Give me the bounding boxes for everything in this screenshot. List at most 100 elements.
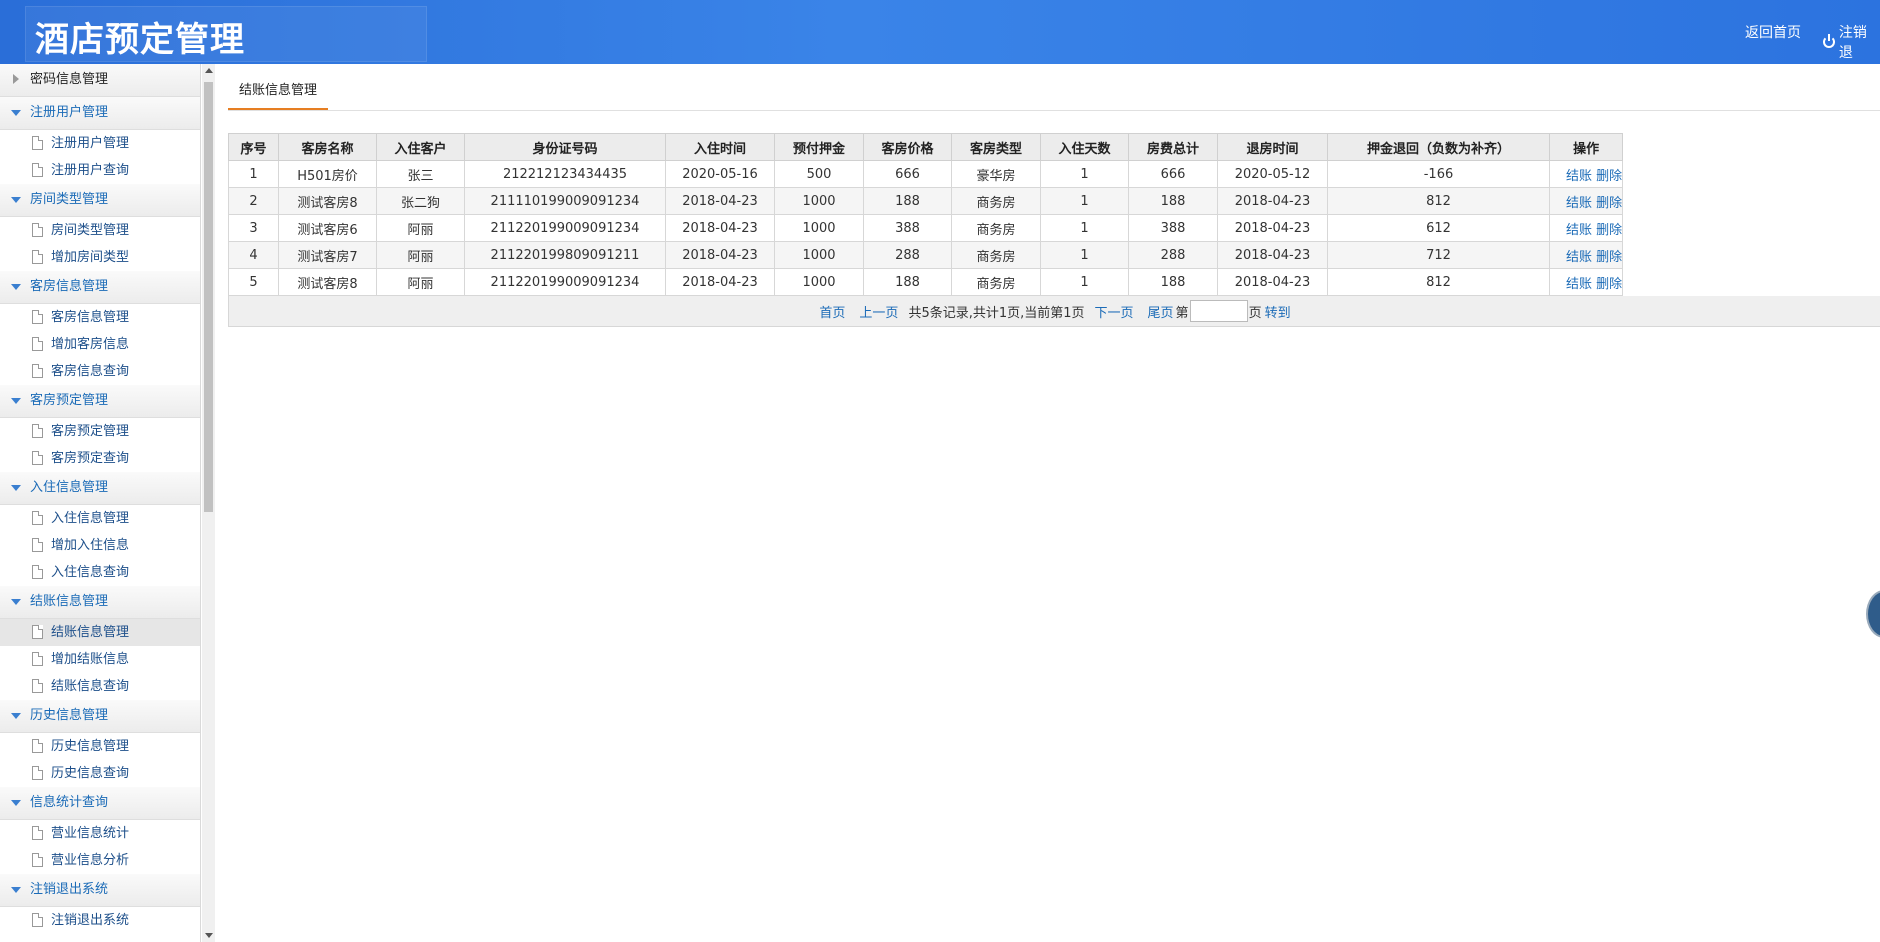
home-link[interactable]: 返回首页 (1745, 22, 1801, 42)
prev-page-link[interactable]: 上一页 (859, 302, 898, 321)
checkout-link[interactable]: 结账 (1566, 277, 1592, 292)
sidebar-group-4[interactable]: 客房预定管理 (0, 385, 200, 418)
table-cell: 666 (863, 160, 952, 188)
document-icon (32, 913, 43, 927)
table-cell: 500 (774, 160, 864, 188)
sidebar-group-5[interactable]: 入住信息管理 (0, 472, 200, 505)
table-header-row: 序号 客房名称 入住客户 身份证号码 入住时间 预付押金 客房价格 客房类型 入住天数 房费总计退… (228, 133, 1624, 161)
document-icon (32, 766, 43, 780)
sidebar-item[interactable]: 历史信息查询 (0, 760, 200, 787)
caret-down-icon (11, 485, 21, 491)
caret-right-icon (13, 74, 19, 84)
sidebar-group-1[interactable]: 注册用户管理 (0, 97, 200, 130)
sidebar-item[interactable]: 增加入住信息 (0, 532, 200, 559)
sidebar-group-6[interactable]: 结账信息管理 (0, 586, 200, 619)
column-header: 序号 (228, 133, 279, 161)
sidebar-item[interactable]: 入住信息管理 (0, 505, 200, 532)
goto-page-link[interactable]: 转到 (1265, 302, 1291, 321)
table-body: 1 H501房价 张三 212212123434435 2020-05-16 500 666… (228, 160, 1624, 296)
sidebar-item[interactable]: 注册用户管理 (0, 130, 200, 157)
delete-link[interactable]: 删除 (1596, 169, 1622, 184)
table-row: 3 测试客房6 阿丽 211220199009091234 2018-04-23 1000… (228, 214, 1624, 242)
last-page-link[interactable]: 尾页 (1148, 302, 1174, 321)
next-page-link[interactable]: 下一页 (1095, 302, 1134, 321)
sidebar-item[interactable]: 客房信息管理 (0, 304, 200, 331)
caret-down-icon (11, 800, 21, 806)
operations-cell: 结账 删除 (1548, 160, 1624, 188)
column-header: 退房时间 (1217, 133, 1328, 161)
table-cell: 2018-04-23 (665, 241, 775, 269)
table-cell: 388 (1128, 214, 1218, 242)
scroll-up-arrow-icon[interactable] (205, 68, 213, 73)
sidebar-group-3[interactable]: 客房信息管理 (0, 271, 200, 304)
sidebar-group-label: 信息统计查询 (30, 795, 109, 810)
table-cell: 1000 (774, 187, 864, 215)
sidebar-item[interactable]: 增加结账信息 (0, 646, 200, 673)
document-icon (32, 538, 43, 552)
sidebar-group-0[interactable]: 密码信息管理 (0, 64, 200, 97)
operations-cell: 结账 删除 (1548, 268, 1624, 296)
sidebar-group-7[interactable]: 历史信息管理 (0, 700, 200, 733)
delete-link[interactable]: 删除 (1596, 196, 1622, 211)
caret-down-icon (11, 284, 21, 290)
operations-cell: 结账 删除 (1548, 241, 1624, 269)
sidebar-item-label: 注销退出系统 (51, 913, 130, 928)
sidebar-item-label: 增加结账信息 (51, 652, 130, 667)
checkout-link[interactable]: 结账 (1566, 196, 1592, 211)
sidebar-group-8[interactable]: 信息统计查询 (0, 787, 200, 820)
table-cell: 测试客房8 (278, 187, 377, 215)
table-cell: 2018-04-23 (665, 268, 775, 296)
sidebar-item[interactable]: 房间类型管理 (0, 217, 200, 244)
sidebar-item[interactable]: 增加房间类型 (0, 244, 200, 271)
page-number-input[interactable] (1189, 300, 1248, 322)
sidebar-item[interactable]: 结账信息查询 (0, 673, 200, 700)
sidebar-scrollbar[interactable] (202, 64, 215, 942)
sidebar-item-label: 增加入住信息 (51, 538, 130, 553)
sidebar-item[interactable]: 增加客房信息 (0, 331, 200, 358)
caret-down-icon (11, 110, 21, 116)
sidebar-item[interactable]: 营业信息分析 (0, 847, 200, 874)
delete-link[interactable]: 删除 (1596, 250, 1622, 265)
sidebar-item[interactable]: 结账信息管理 (0, 619, 200, 646)
sidebar-item-label: 增加客房信息 (51, 337, 130, 352)
power-icon (1823, 34, 1835, 48)
table-cell: 2018-04-23 (1217, 214, 1328, 242)
sidebar-item[interactable]: 客房信息查询 (0, 358, 200, 385)
table-cell: 阿丽 (376, 214, 465, 242)
table-cell: 288 (863, 241, 952, 269)
tab-checkout-management[interactable]: 结账信息管理 (228, 74, 329, 110)
column-header: 操作 (1548, 133, 1624, 161)
table-cell: 1000 (774, 241, 864, 269)
sidebar-item-label: 客房预定查询 (51, 451, 130, 466)
sidebar-item[interactable]: 注销退出系统 (0, 907, 200, 934)
sidebar-item-label: 历史信息管理 (51, 739, 130, 754)
checkout-link[interactable]: 结账 (1566, 250, 1592, 265)
sidebar-item[interactable]: 历史信息管理 (0, 733, 200, 760)
table-cell: 1 (1040, 214, 1129, 242)
table-cell: 测试客房7 (278, 241, 377, 269)
checkout-link[interactable]: 结账 (1566, 223, 1592, 238)
sidebar-group-2[interactable]: 房间类型管理 (0, 184, 200, 217)
scroll-thumb[interactable] (204, 82, 213, 512)
table-cell: 阿丽 (376, 268, 465, 296)
sidebar-item[interactable]: 营业信息统计 (0, 820, 200, 847)
document-icon (32, 652, 43, 666)
sidebar-item[interactable]: 注册用户查询 (0, 157, 200, 184)
sidebar-group-9[interactable]: 注销退出系统 (0, 874, 200, 907)
first-page-link[interactable]: 首页 (819, 302, 845, 321)
sidebar-item[interactable]: 入住信息查询 (0, 559, 200, 586)
sidebar-item[interactable]: 客房预定管理 (0, 418, 200, 445)
table-row: 4 测试客房7 阿丽 211220199809091211 2018-04-23 1000… (228, 241, 1624, 269)
scroll-down-arrow-icon[interactable] (205, 933, 213, 938)
table-cell: 388 (863, 214, 952, 242)
logout-link[interactable]: 注销退 (1823, 22, 1880, 62)
sidebar-group-label: 密码信息管理 (30, 72, 109, 87)
sidebar-item[interactable]: 客房预定查询 (0, 445, 200, 472)
delete-link[interactable]: 删除 (1596, 223, 1622, 238)
main-content: 结账信息管理 序号 客房名称 入住客户 身份证号码 入住时间 预付押金 客房价格 客房类型 入住… (228, 64, 1880, 942)
document-icon (32, 364, 43, 378)
delete-link[interactable]: 删除 (1596, 277, 1622, 292)
checkout-link[interactable]: 结账 (1566, 169, 1592, 184)
table-cell: -166 (1327, 160, 1550, 188)
table-cell: 商务房 (951, 268, 1041, 296)
